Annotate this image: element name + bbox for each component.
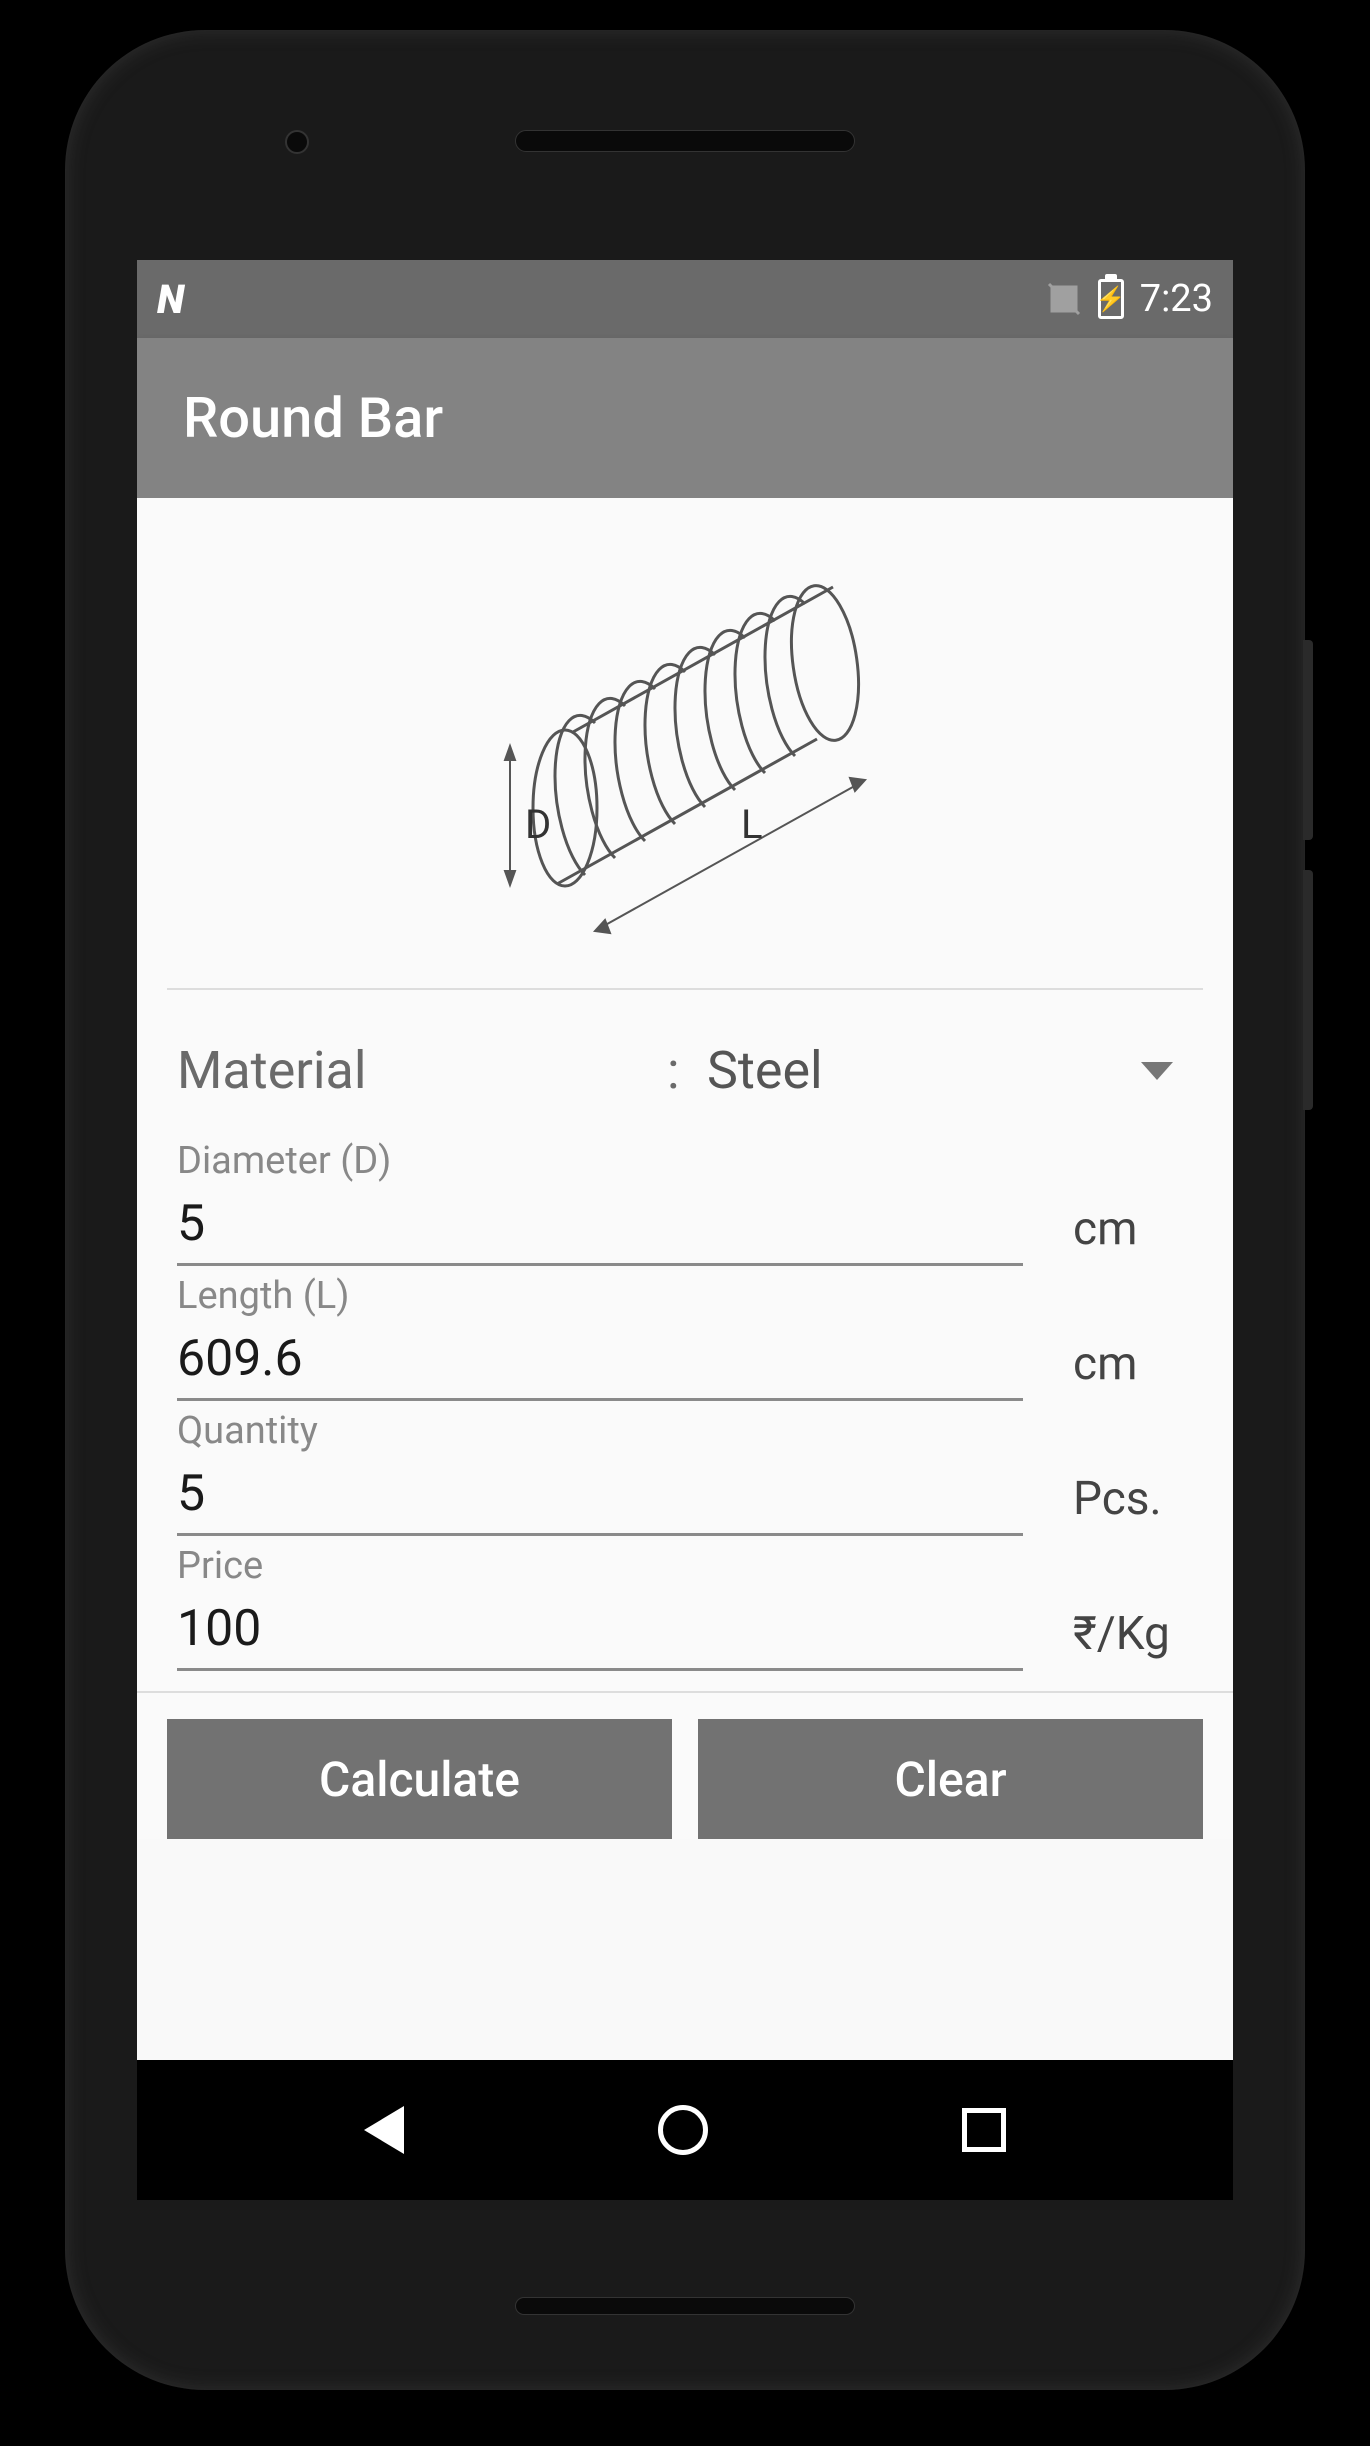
quantity-field-group: Quantity Pcs. <box>137 1401 1233 1536</box>
chevron-down-icon <box>1141 1062 1173 1080</box>
notification-icon: N <box>157 276 182 323</box>
device-frame: N ⚡ 7:23 Round Bar <box>0 0 1370 2446</box>
content-area: D L Material : Steel Diameter (D) <box>137 498 1233 1839</box>
price-label: Price <box>177 1544 1193 1588</box>
back-icon[interactable] <box>364 2106 404 2154</box>
app-bar: Round Bar <box>137 338 1233 498</box>
calculate-button[interactable]: Calculate <box>167 1719 672 1839</box>
diameter-unit: cm <box>1073 1202 1193 1266</box>
price-input[interactable] <box>177 1592 1023 1671</box>
length-field-group: Length (L) cm <box>137 1266 1233 1401</box>
length-input[interactable] <box>177 1322 1023 1401</box>
price-field-group: Price ₹/Kg <box>137 1536 1233 1671</box>
quantity-label: Quantity <box>177 1409 1193 1453</box>
battery-charging-icon: ⚡ <box>1098 279 1124 319</box>
status-time: 7:23 <box>1140 277 1213 321</box>
length-label: Length (L) <box>177 1274 1193 1318</box>
diameter-field-group: Diameter (D) cm <box>137 1131 1233 1266</box>
material-select[interactable]: Steel <box>707 1040 1193 1101</box>
quantity-input[interactable] <box>177 1457 1023 1536</box>
home-icon[interactable] <box>658 2105 708 2155</box>
shape-diagram: D L <box>137 498 1233 988</box>
screen: N ⚡ 7:23 Round Bar <box>137 260 1233 2200</box>
quantity-unit: Pcs. <box>1073 1472 1193 1536</box>
clear-button[interactable]: Clear <box>698 1719 1203 1839</box>
phone-speaker <box>515 130 855 152</box>
phone-body: N ⚡ 7:23 Round Bar <box>65 30 1305 2390</box>
diagram-label-l: L <box>741 801 763 848</box>
price-unit: ₹/Kg <box>1073 1607 1193 1671</box>
diameter-input[interactable] <box>177 1187 1023 1266</box>
phone-camera <box>285 130 309 154</box>
phone-side-button <box>1303 640 1313 840</box>
phone-bottom-speaker <box>515 2297 855 2315</box>
material-colon: : <box>667 1040 707 1101</box>
material-row: Material : Steel <box>137 990 1233 1131</box>
phone-side-button-2 <box>1303 870 1313 1110</box>
no-sim-icon <box>1046 281 1082 317</box>
material-value: Steel <box>707 1040 823 1101</box>
button-row: Calculate Clear <box>137 1691 1233 1839</box>
length-unit: cm <box>1073 1337 1193 1401</box>
material-label: Material <box>177 1040 667 1101</box>
recent-apps-icon[interactable] <box>962 2108 1006 2152</box>
status-bar: N ⚡ 7:23 <box>137 260 1233 338</box>
page-title: Round Bar <box>183 385 443 451</box>
navigation-bar <box>137 2060 1233 2200</box>
diagram-label-d: D <box>525 801 551 848</box>
diameter-label: Diameter (D) <box>177 1139 1193 1183</box>
